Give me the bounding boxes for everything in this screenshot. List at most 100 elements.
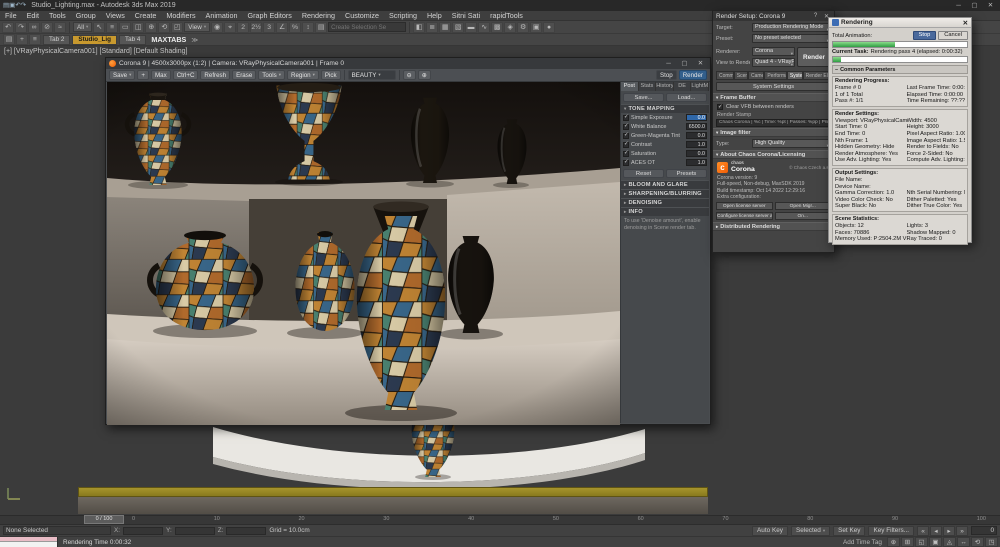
current-frame-field[interactable]: 0 (971, 526, 997, 535)
menu-item[interactable]: File (0, 11, 22, 20)
zoom-icon[interactable]: ⊕ (887, 537, 900, 547)
vfb-copy-button[interactable]: Ctrl+C (173, 70, 199, 80)
about-corona-rollout[interactable]: About Chaos Corona/Licensing (713, 150, 834, 159)
vfb-tools-button[interactable]: Tools (258, 70, 285, 80)
menu-item[interactable]: Rendering (297, 11, 340, 20)
select-and-scale-icon[interactable]: ◰ (171, 22, 183, 33)
zoom-in-icon[interactable]: ⊕ (418, 70, 431, 80)
tone-mapping-presets-button[interactable]: Presets (666, 169, 707, 178)
distributed-rendering-rollout[interactable]: Distributed Rendering (713, 222, 834, 231)
zoom-extents-icon[interactable]: ◱ (915, 537, 928, 547)
redo-icon[interactable]: ↷ (21, 2, 26, 9)
layer-explorer-icon[interactable]: ▧ (452, 22, 464, 33)
checkbox-checked-icon[interactable] (623, 124, 629, 130)
maxtabs-chevron-icon[interactable]: ≫ (191, 36, 198, 44)
vfb-minimize-button[interactable]: ─ (662, 58, 675, 69)
rectangular-selection-region-icon[interactable]: ▭ (119, 22, 131, 33)
render-setup-tab[interactable]: Scene (734, 71, 748, 79)
render-stamp-input[interactable]: Chaos Corona | %c | Time: %pt | Passes: … (716, 119, 831, 127)
vfb-erase-button[interactable]: Erase (232, 70, 256, 80)
vfb-maximize-button[interactable]: ▢ (678, 58, 691, 69)
align-icon[interactable]: ≣ (426, 22, 438, 33)
set-key-button[interactable]: Set Key (833, 526, 865, 536)
maxscript-mini-listener[interactable] (0, 537, 58, 547)
render-setup-icon[interactable]: ⚙ (517, 22, 529, 33)
vfb-compare-button[interactable]: + (137, 70, 149, 80)
menu-item[interactable]: Animation (201, 11, 243, 20)
coord-y-field[interactable] (175, 527, 215, 535)
menu-item[interactable]: Scripting (384, 11, 422, 20)
add-time-tag[interactable]: Add Time Tag (843, 539, 882, 546)
rendering-dialog-title-bar[interactable]: Rendering ✕ (829, 18, 971, 28)
angle-snap-icon[interactable]: ∠ (276, 22, 288, 33)
new-tab-icon[interactable]: + (16, 34, 28, 45)
percent-snap-icon[interactable]: % (289, 22, 301, 33)
vfb-refresh-button[interactable]: Refresh (200, 70, 230, 80)
rendered-frame-window-icon[interactable]: ▣ (530, 22, 542, 33)
vfb-info-header[interactable]: INFO (621, 207, 709, 216)
zoom-all-icon[interactable]: ⊞ (901, 537, 914, 547)
vfb-section-header[interactable]: DENOISING (621, 198, 709, 207)
license-button[interactable]: Open Migr... (775, 202, 832, 210)
vfb-region-button[interactable]: Region (287, 70, 319, 80)
menu-item[interactable]: Edit (22, 11, 44, 20)
menu-item[interactable]: Create (130, 11, 162, 20)
auto-key-button[interactable]: Auto Key (752, 526, 788, 536)
vfb-section-header[interactable]: BLOOM AND GLARE (621, 180, 709, 189)
system-settings-button[interactable]: System Settings (716, 82, 831, 91)
cancel-button[interactable]: Cancel (938, 31, 968, 40)
reference-coordinate-dropdown[interactable]: View (184, 22, 210, 32)
menu-item[interactable]: Modifiers (161, 11, 200, 20)
vfb-panel-tab[interactable]: DE (674, 82, 692, 91)
pan-icon[interactable]: ↔ (957, 537, 970, 547)
vfb-pick-button[interactable]: Pick (321, 70, 341, 80)
listener-script-row[interactable] (0, 542, 57, 547)
ribbon-toggle-icon[interactable]: ▬ (465, 22, 477, 33)
bind-to-space-warp-icon[interactable]: ≈ (54, 22, 66, 33)
vfb-section-header[interactable]: SHARPENING/BLURRING (621, 189, 709, 198)
license-button[interactable]: Open license server (716, 202, 773, 210)
filter-type-dropdown[interactable]: High Quality (752, 139, 831, 148)
render-button[interactable]: Render (797, 47, 831, 67)
select-and-link-icon[interactable]: ∞ (28, 22, 40, 33)
target-dropdown[interactable]: Production Rendering Mode (752, 23, 831, 32)
common-parameters-rollout[interactable]: Common Parameters (832, 65, 968, 74)
named-selection-sets-icon[interactable]: ▤ (315, 22, 327, 33)
viewport-label[interactable]: [+] [VRayPhysicalCamera001] [Standard] [… (4, 48, 187, 55)
undo-icon[interactable]: ↶ (2, 22, 14, 33)
selection-filter-dropdown[interactable]: All (73, 22, 92, 32)
tab-options-icon[interactable]: ≡ (29, 34, 41, 45)
unlink-selection-icon[interactable]: ⊘ (41, 22, 53, 33)
menu-item[interactable]: rapidTools (485, 11, 528, 20)
image-filter-rollout[interactable]: Image filter (713, 128, 834, 137)
vfb-title-bar[interactable]: Corona 9 | 4500x3000px (1:2) | Camera: V… (106, 58, 710, 69)
time-slider-handle[interactable]: 0 / 100 (84, 515, 124, 524)
select-by-name-icon[interactable]: ≡ (106, 22, 118, 33)
render-setup-tab[interactable]: Camera (748, 71, 764, 79)
mirror-icon[interactable]: ◧ (413, 22, 425, 33)
zoom-extents-all-icon[interactable]: ▣ (929, 537, 942, 547)
menu-item[interactable]: Group (71, 11, 101, 20)
render-setup-tab[interactable]: Render Elements (803, 71, 831, 79)
curve-editor-icon[interactable]: ∿ (478, 22, 490, 33)
create-selection-set-input[interactable] (328, 22, 406, 32)
maximize-button[interactable]: ▢ (968, 0, 981, 11)
tone-mapping-header[interactable]: TONE MAPPING (621, 104, 709, 113)
schematic-view-icon[interactable]: ▩ (491, 22, 503, 33)
checkbox-checked-icon[interactable] (623, 142, 629, 148)
render-setup-tab[interactable]: Performance (764, 71, 787, 79)
view-to-render-dropdown[interactable]: Quad 4 - VRayPhysicalCamera001 (752, 58, 795, 67)
menu-item[interactable]: Tools (44, 11, 71, 20)
preset-dropdown[interactable]: No preset selected (752, 34, 831, 43)
menu-item[interactable]: Help (422, 11, 447, 20)
license-button[interactable]: Configure license server address (716, 212, 773, 220)
select-and-move-icon[interactable]: ⊕ (145, 22, 157, 33)
vfb-stop-button[interactable]: Stop (656, 70, 677, 80)
render-setup-title-bar[interactable]: Render Setup: Corona 9 ? ✕ (713, 11, 834, 21)
menu-item[interactable]: Customize (340, 11, 384, 20)
close-button[interactable]: ✕ (984, 0, 997, 11)
go-to-start-button[interactable]: « (917, 526, 929, 536)
vfb-load-config-button[interactable]: Load... (666, 93, 707, 102)
field-of-view-icon[interactable]: ◬ (943, 537, 956, 547)
checkbox-checked-icon[interactable] (623, 151, 629, 157)
